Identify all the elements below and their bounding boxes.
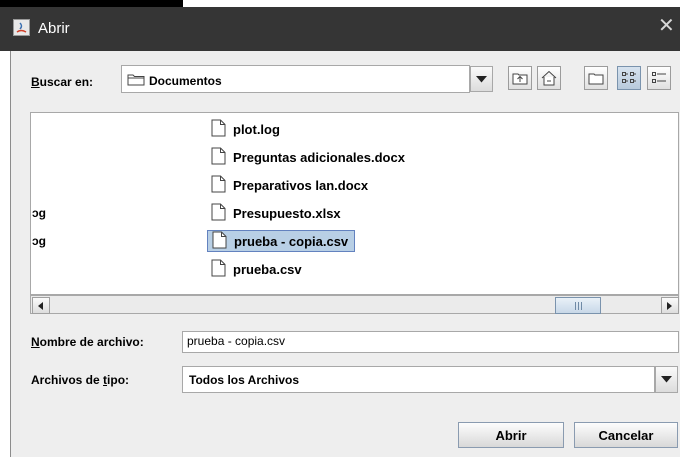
- filetype-combo[interactable]: Todos los Archivos: [182, 366, 655, 393]
- file-name: Presupuesto.xlsx: [233, 205, 341, 221]
- file-item[interactable]: plot.log: [207, 118, 286, 140]
- java-app-icon: [13, 19, 30, 36]
- file-list[interactable]: plot.log Preguntas adicionales.docx Prepar…: [30, 112, 679, 295]
- document-icon: [211, 175, 226, 196]
- file-name: Preparativos lan.docx: [233, 177, 369, 193]
- file-name: prueba.csv: [233, 261, 302, 277]
- new-folder-icon: [588, 73, 604, 85]
- chevron-down-icon: [661, 376, 672, 383]
- filename-label: Nombre de archivo:: [31, 335, 144, 349]
- arrow-right-icon: [667, 301, 672, 310]
- look-in-combo[interactable]: Documentos: [121, 65, 470, 93]
- partial-file-name[interactable]: ɔg: [32, 234, 46, 248]
- list-view-button[interactable]: [617, 66, 641, 90]
- open-button[interactable]: Abrir: [458, 422, 564, 448]
- filename-input[interactable]: prueba - copia.csv: [182, 331, 679, 353]
- top-edge-strip: [0, 0, 183, 7]
- grip-icon: [574, 301, 582, 310]
- file-item[interactable]: Preparativos lan.docx: [207, 174, 374, 196]
- home-icon: [541, 70, 557, 86]
- look-in-value: Documentos: [149, 74, 222, 88]
- look-in-label: Buscar en:: [31, 75, 94, 89]
- partial-file-name[interactable]: ɔg: [32, 206, 46, 220]
- document-icon: [211, 119, 226, 140]
- folder-icon: [127, 73, 145, 89]
- filetype-value: Todos los Archivos: [189, 373, 300, 387]
- filetype-dropdown-button[interactable]: [655, 366, 678, 393]
- arrow-left-icon: [38, 301, 43, 310]
- file-item[interactable]: Presupuesto.xlsx: [207, 202, 347, 224]
- look-in-dropdown-button[interactable]: [470, 66, 493, 92]
- file-item[interactable]: prueba.csv: [207, 258, 308, 280]
- file-item[interactable]: prueba - copia.csv: [207, 230, 356, 252]
- filetype-label: Archivos de tipo:: [31, 373, 130, 387]
- chevron-down-icon: [476, 75, 487, 82]
- details-view-icon: [652, 72, 666, 83]
- new-folder-button[interactable]: [584, 66, 608, 90]
- details-view-button[interactable]: [647, 66, 671, 90]
- file-name: prueba - copia.csv: [234, 233, 349, 249]
- list-view-icon: [622, 72, 636, 83]
- scroll-left-button[interactable]: [32, 297, 50, 314]
- close-icon[interactable]: ✕: [658, 16, 675, 36]
- title-bar[interactable]: Abrir ✕: [0, 7, 680, 51]
- document-icon: [211, 203, 226, 224]
- up-one-level-button[interactable]: [508, 66, 532, 90]
- scroll-right-button[interactable]: [661, 297, 679, 314]
- window-title: Abrir: [38, 20, 70, 37]
- up-one-level-icon: [512, 73, 528, 85]
- scroll-thumb[interactable]: [555, 297, 601, 314]
- file-name: plot.log: [233, 121, 280, 137]
- document-icon: [211, 259, 226, 280]
- horizontal-scrollbar[interactable]: [30, 295, 679, 314]
- document-icon: [211, 147, 226, 168]
- cancel-button[interactable]: Cancelar: [574, 422, 678, 448]
- document-icon: [212, 231, 227, 252]
- file-name: Preguntas adicionales.docx: [233, 149, 405, 165]
- home-button[interactable]: [537, 66, 561, 90]
- file-item[interactable]: Preguntas adicionales.docx: [207, 146, 411, 168]
